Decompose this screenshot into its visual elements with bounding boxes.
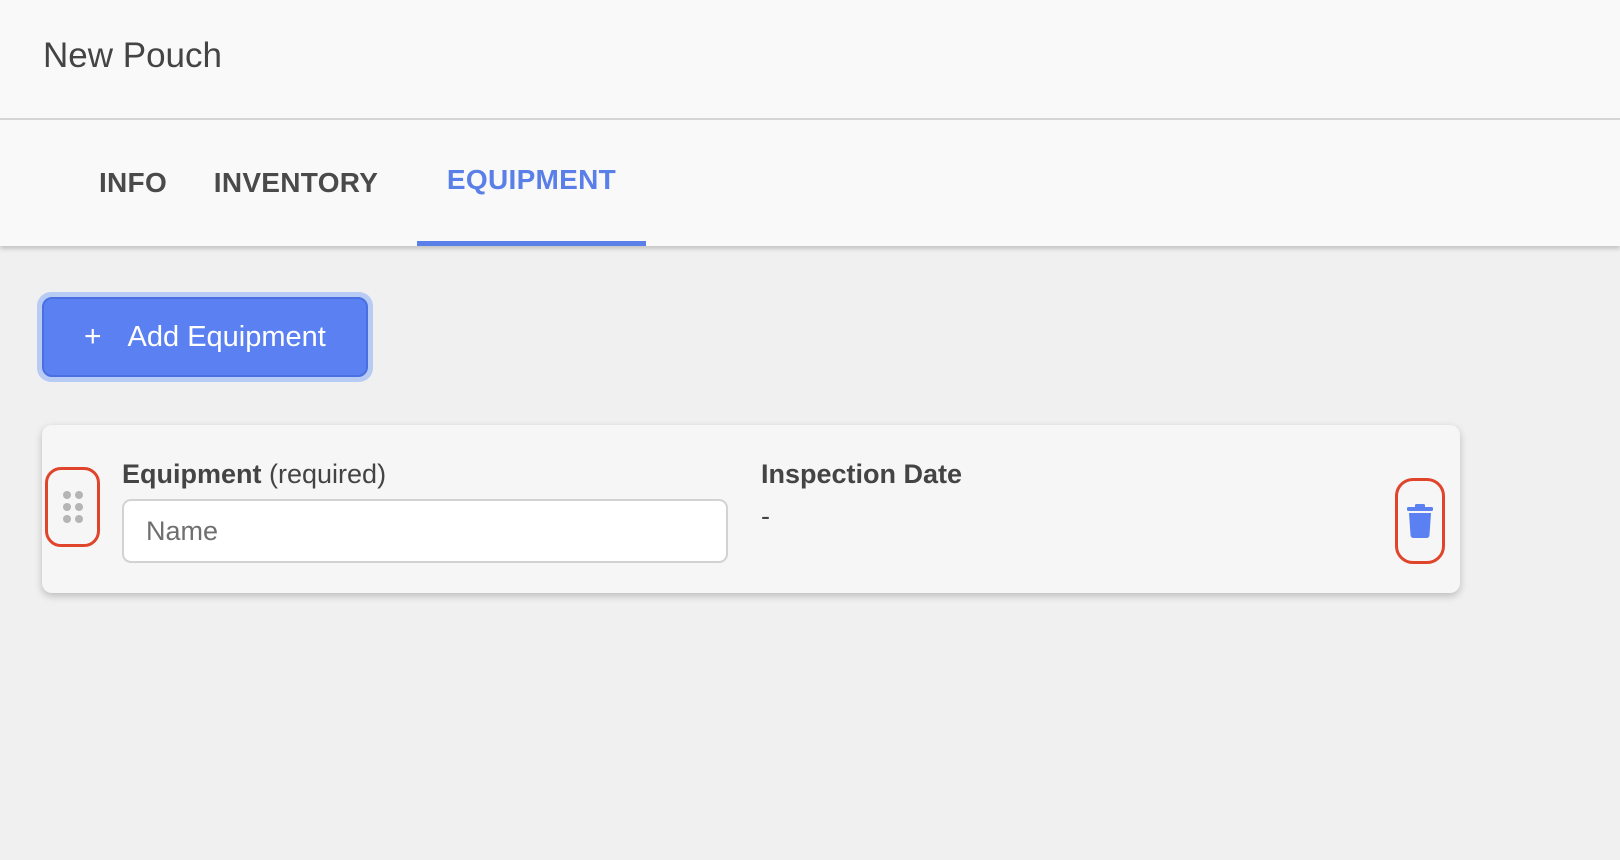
page-title: New Pouch <box>43 36 222 75</box>
tab-bar: INFO INVENTORY EQUIPMENT <box>0 120 1620 246</box>
equipment-name-input[interactable] <box>122 499 728 563</box>
tab-inventory[interactable]: INVENTORY <box>204 120 388 246</box>
equipment-field-label: Equipment (required) <box>122 459 386 490</box>
delete-equipment-button[interactable] <box>1395 478 1445 564</box>
drag-handle[interactable] <box>45 467 100 547</box>
equipment-label-text: Equipment <box>122 459 262 489</box>
drag-handle-icon <box>62 491 83 523</box>
inspection-date-label: Inspection Date <box>761 459 963 489</box>
tab-equipment[interactable]: EQUIPMENT <box>417 120 646 246</box>
page-header: New Pouch <box>0 0 1620 120</box>
equipment-required-text: (required) <box>269 459 387 489</box>
equipment-card: Equipment (required) Inspection Date - <box>42 425 1460 593</box>
inspection-date-value: - <box>761 501 770 531</box>
trash-icon <box>1407 504 1433 538</box>
plus-icon: + <box>84 320 102 353</box>
tab-inventory-label: INVENTORY <box>213 167 379 198</box>
tab-equipment-label: EQUIPMENT <box>446 164 617 195</box>
tab-info[interactable]: INFO <box>62 120 204 246</box>
add-equipment-button[interactable]: + Add Equipment <box>42 297 368 377</box>
tab-info-label: INFO <box>98 167 168 198</box>
active-tab-indicator <box>417 241 646 246</box>
add-equipment-label: Add Equipment <box>127 320 326 353</box>
